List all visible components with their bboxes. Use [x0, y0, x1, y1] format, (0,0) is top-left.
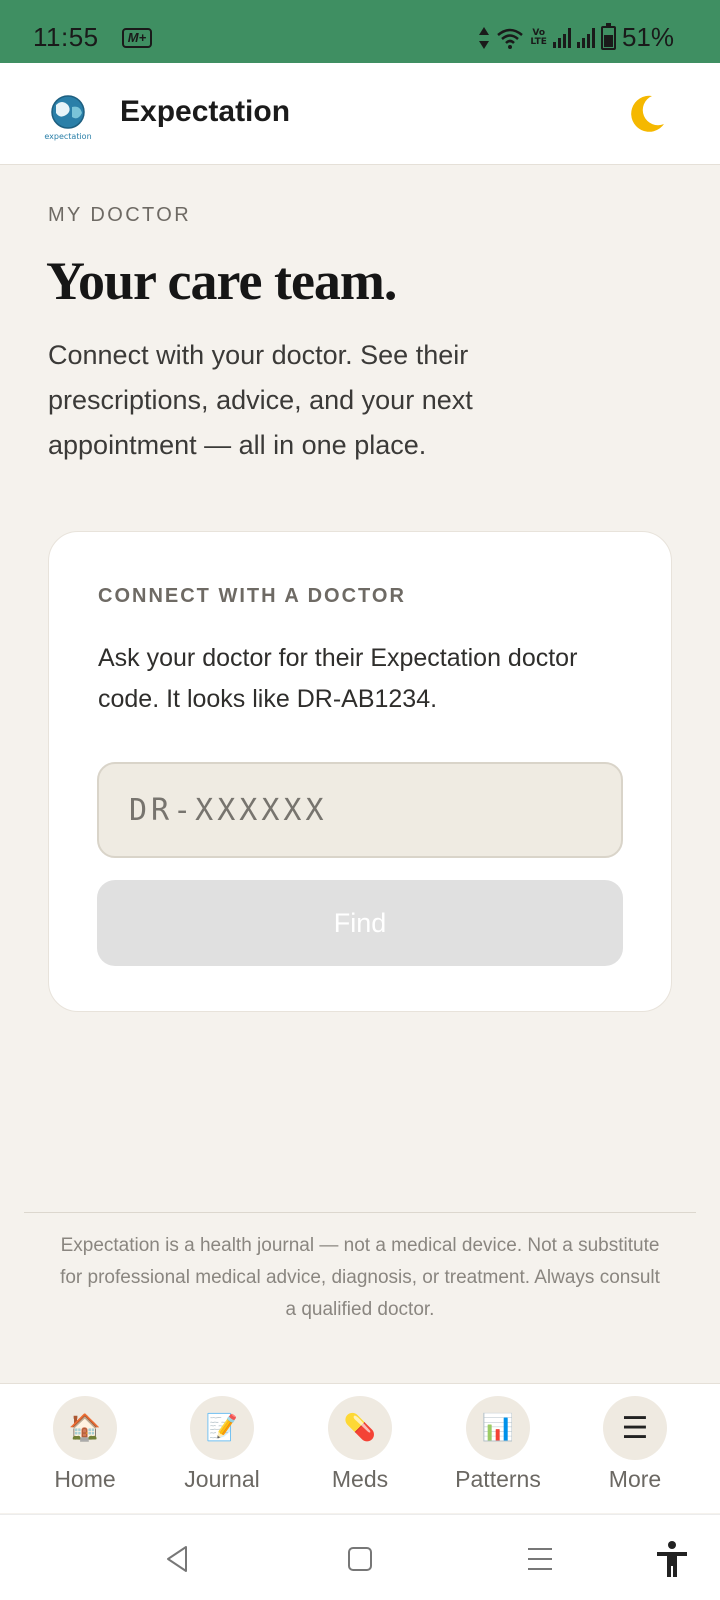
- find-button[interactable]: Find: [97, 880, 623, 966]
- nav-item-more[interactable]: ☰ More: [570, 1396, 700, 1506]
- home-square-icon[interactable]: [340, 1539, 380, 1579]
- nav-label-journal: Journal: [184, 1466, 260, 1492]
- wifi-icon: [497, 28, 524, 49]
- card-label: CONNECT WITH A DOCTOR: [98, 585, 406, 607]
- status-indicators: Vo LTE 51%: [478, 22, 674, 53]
- chart-icon: 📊: [466, 1396, 530, 1460]
- nav-item-patterns[interactable]: 📊 Patterns: [433, 1396, 563, 1506]
- status-bar: 11:55 M+ Vo LTE 51%: [0, 0, 720, 63]
- status-time: 11:55: [33, 22, 99, 52]
- app-title: Expectation: [120, 95, 291, 128]
- moon-icon[interactable]: [622, 90, 670, 138]
- volte-icon: Vo LTE: [530, 27, 547, 47]
- journal-icon: 📝: [190, 1396, 254, 1460]
- back-icon[interactable]: [158, 1539, 198, 1579]
- menu-icon: ☰: [603, 1396, 667, 1460]
- connect-doctor-card: CONNECT WITH A DOCTOR Ask your doctor fo…: [48, 531, 672, 1012]
- accessibility-icon[interactable]: [652, 1539, 692, 1579]
- system-nav-bar: [0, 1514, 720, 1600]
- medical-disclaimer: Expectation is a health journal — not a …: [60, 1235, 660, 1320]
- nav-label-meds: Meds: [331, 1466, 389, 1492]
- footer-divider: [24, 1212, 696, 1213]
- nav-item-journal[interactable]: 📝 Journal: [157, 1396, 287, 1506]
- nav-item-home[interactable]: 🏠 Home: [20, 1396, 150, 1506]
- logo-text: expectation: [44, 132, 91, 141]
- app-logo-icon: expectation: [44, 95, 92, 141]
- nav-label-patterns: Patterns: [455, 1466, 541, 1492]
- home-icon: 🏠: [53, 1396, 117, 1460]
- app-notification-badge: M+: [122, 28, 152, 48]
- card-instructions: Ask your doctor for their Expectation do…: [98, 644, 578, 713]
- battery-percent: 51%: [621, 22, 674, 52]
- nav-item-meds[interactable]: 💊 Meds: [295, 1396, 425, 1506]
- battery-icon: [600, 22, 616, 50]
- data-arrows-icon: [479, 26, 490, 49]
- bottom-nav: 🏠 Home 📝 Journal 💊 Meds 📊 Patterns ☰ Mor…: [0, 1383, 720, 1513]
- page-description: Connect with your doctor. See their pres…: [48, 340, 473, 460]
- nav-label-home: Home: [54, 1466, 116, 1492]
- signal-icon-1: [552, 27, 571, 48]
- doctor-code-input[interactable]: [97, 762, 623, 858]
- recents-icon[interactable]: [520, 1539, 560, 1579]
- page-title: Your care team.: [46, 251, 397, 311]
- app-header: expectation Expectation: [0, 63, 720, 165]
- pill-icon: 💊: [328, 1396, 392, 1460]
- signal-icon-2: [576, 27, 595, 48]
- section-eyebrow: MY DOCTOR: [48, 204, 192, 226]
- nav-label-more: More: [608, 1466, 662, 1492]
